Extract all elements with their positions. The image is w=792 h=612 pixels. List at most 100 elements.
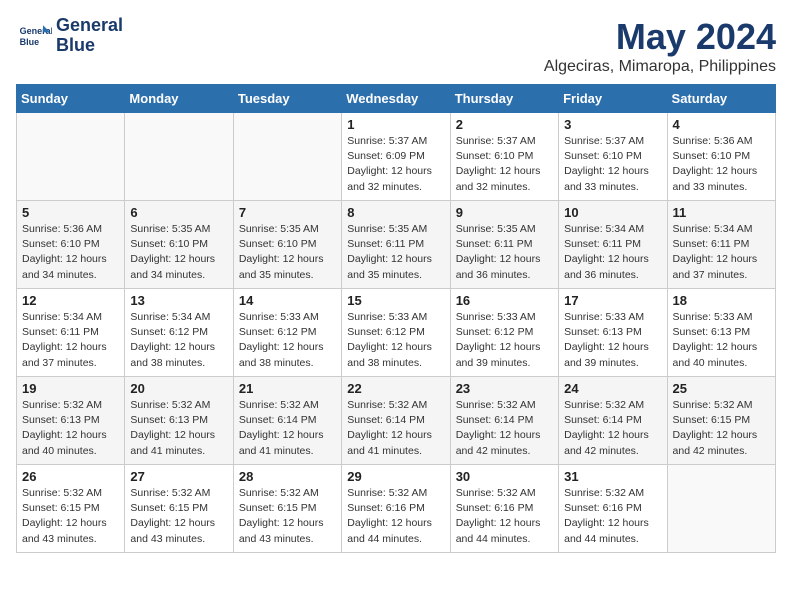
day-info: Sunrise: 5:32 AM Sunset: 6:15 PM Dayligh… [239,486,336,547]
day-info: Sunrise: 5:32 AM Sunset: 6:15 PM Dayligh… [673,398,770,459]
day-info: Sunrise: 5:32 AM Sunset: 6:16 PM Dayligh… [347,486,444,547]
calendar-cell [125,113,233,201]
calendar-cell: 16 Sunrise: 5:33 AM Sunset: 6:12 PM Dayli… [450,289,558,377]
day-info: Sunrise: 5:34 AM Sunset: 6:11 PM Dayligh… [673,222,770,283]
day-header-monday: Monday [125,85,233,113]
day-number: 13 [130,293,227,308]
calendar-cell: 28 Sunrise: 5:32 AM Sunset: 6:15 PM Dayli… [233,465,341,553]
title-block: May 2024 Algeciras, Mimaropa, Philippine… [544,16,776,76]
day-header-saturday: Saturday [667,85,775,113]
calendar-cell: 23 Sunrise: 5:32 AM Sunset: 6:14 PM Dayli… [450,377,558,465]
day-number: 5 [22,205,119,220]
svg-text:Blue: Blue [20,37,40,47]
day-info: Sunrise: 5:35 AM Sunset: 6:11 PM Dayligh… [456,222,553,283]
location-title: Algeciras, Mimaropa, Philippines [544,58,776,76]
week-row-4: 19 Sunrise: 5:32 AM Sunset: 6:13 PM Dayli… [17,377,776,465]
day-info: Sunrise: 5:34 AM Sunset: 6:11 PM Dayligh… [564,222,661,283]
day-number: 9 [456,205,553,220]
day-number: 28 [239,469,336,484]
day-info: Sunrise: 5:32 AM Sunset: 6:16 PM Dayligh… [456,486,553,547]
day-number: 10 [564,205,661,220]
day-number: 18 [673,293,770,308]
calendar-cell: 12 Sunrise: 5:34 AM Sunset: 6:11 PM Dayli… [17,289,125,377]
day-info: Sunrise: 5:32 AM Sunset: 6:16 PM Dayligh… [564,486,661,547]
calendar-cell: 14Sunrise: 5:33 AM Sunset: 6:12 PM Dayli… [233,289,341,377]
day-number: 19 [22,381,119,396]
calendar-cell: 13Sunrise: 5:34 AM Sunset: 6:12 PM Dayli… [125,289,233,377]
day-number: 17 [564,293,661,308]
day-info: Sunrise: 5:33 AM Sunset: 6:13 PM Dayligh… [673,310,770,371]
day-header-friday: Friday [559,85,667,113]
day-number: 15 [347,293,444,308]
calendar-cell: 11Sunrise: 5:34 AM Sunset: 6:11 PM Dayli… [667,201,775,289]
day-info: Sunrise: 5:37 AM Sunset: 6:10 PM Dayligh… [564,134,661,195]
day-number: 25 [673,381,770,396]
logo-icon: General Blue [16,18,52,54]
calendar-cell: 3 Sunrise: 5:37 AM Sunset: 6:10 PM Daylig… [559,113,667,201]
calendar-cell: 1 Sunrise: 5:37 AM Sunset: 6:09 PM Daylig… [342,113,450,201]
calendar-cell: 18 Sunrise: 5:33 AM Sunset: 6:13 PM Dayli… [667,289,775,377]
calendar-table: SundayMondayTuesdayWednesdayThursdayFrid… [16,84,776,553]
day-info: Sunrise: 5:33 AM Sunset: 6:12 PM Dayligh… [456,310,553,371]
week-row-2: 5Sunrise: 5:36 AM Sunset: 6:10 PM Daylig… [17,201,776,289]
calendar-cell [667,465,775,553]
day-number: 12 [22,293,119,308]
day-number: 31 [564,469,661,484]
day-info: Sunrise: 5:32 AM Sunset: 6:13 PM Dayligh… [130,398,227,459]
day-info: Sunrise: 5:32 AM Sunset: 6:14 PM Dayligh… [564,398,661,459]
logo-line2: Blue [56,35,95,55]
calendar-cell: 4Sunrise: 5:36 AM Sunset: 6:10 PM Daylig… [667,113,775,201]
calendar-cell: 7 Sunrise: 5:35 AM Sunset: 6:10 PM Daylig… [233,201,341,289]
day-header-thursday: Thursday [450,85,558,113]
day-number: 26 [22,469,119,484]
calendar-cell: 19Sunrise: 5:32 AM Sunset: 6:13 PM Dayli… [17,377,125,465]
day-info: Sunrise: 5:32 AM Sunset: 6:14 PM Dayligh… [347,398,444,459]
day-info: Sunrise: 5:35 AM Sunset: 6:10 PM Dayligh… [130,222,227,283]
day-number: 16 [456,293,553,308]
day-number: 30 [456,469,553,484]
calendar-cell [233,113,341,201]
header-row: SundayMondayTuesdayWednesdayThursdayFrid… [17,85,776,113]
calendar-cell: 29 Sunrise: 5:32 AM Sunset: 6:16 PM Dayli… [342,465,450,553]
day-number: 22 [347,381,444,396]
calendar-cell: 9 Sunrise: 5:35 AM Sunset: 6:11 PM Daylig… [450,201,558,289]
day-info: Sunrise: 5:32 AM Sunset: 6:14 PM Dayligh… [239,398,336,459]
calendar-cell: 21Sunrise: 5:32 AM Sunset: 6:14 PM Dayli… [233,377,341,465]
week-row-1: 1 Sunrise: 5:37 AM Sunset: 6:09 PM Daylig… [17,113,776,201]
day-number: 23 [456,381,553,396]
day-number: 1 [347,117,444,132]
day-number: 7 [239,205,336,220]
calendar-cell: 27 Sunrise: 5:32 AM Sunset: 6:15 PM Dayli… [125,465,233,553]
day-number: 8 [347,205,444,220]
logo: General Blue General Blue [16,16,123,56]
calendar-cell: 17Sunrise: 5:33 AM Sunset: 6:13 PM Dayli… [559,289,667,377]
month-title: May 2024 [544,16,776,58]
page-header: General Blue General Blue May 2024 Algec… [16,16,776,76]
day-info: Sunrise: 5:33 AM Sunset: 6:12 PM Dayligh… [347,310,444,371]
calendar-cell: 30 Sunrise: 5:32 AM Sunset: 6:16 PM Dayli… [450,465,558,553]
day-number: 29 [347,469,444,484]
day-number: 6 [130,205,227,220]
logo-line1: General [56,15,123,35]
day-info: Sunrise: 5:32 AM Sunset: 6:15 PM Dayligh… [130,486,227,547]
calendar-cell: 8Sunrise: 5:35 AM Sunset: 6:11 PM Daylig… [342,201,450,289]
week-row-5: 26 Sunrise: 5:32 AM Sunset: 6:15 PM Dayli… [17,465,776,553]
day-number: 4 [673,117,770,132]
day-number: 3 [564,117,661,132]
calendar-cell: 5Sunrise: 5:36 AM Sunset: 6:10 PM Daylig… [17,201,125,289]
day-number: 20 [130,381,227,396]
day-info: Sunrise: 5:35 AM Sunset: 6:10 PM Dayligh… [239,222,336,283]
day-header-tuesday: Tuesday [233,85,341,113]
calendar-cell: 2 Sunrise: 5:37 AM Sunset: 6:10 PM Daylig… [450,113,558,201]
day-info: Sunrise: 5:37 AM Sunset: 6:10 PM Dayligh… [456,134,553,195]
calendar-cell: 25 Sunrise: 5:32 AM Sunset: 6:15 PM Dayli… [667,377,775,465]
logo-text: General Blue [56,16,123,56]
day-info: Sunrise: 5:34 AM Sunset: 6:11 PM Dayligh… [22,310,119,371]
day-number: 2 [456,117,553,132]
day-info: Sunrise: 5:32 AM Sunset: 6:14 PM Dayligh… [456,398,553,459]
day-number: 27 [130,469,227,484]
day-info: Sunrise: 5:32 AM Sunset: 6:15 PM Dayligh… [22,486,119,547]
day-info: Sunrise: 5:37 AM Sunset: 6:09 PM Dayligh… [347,134,444,195]
calendar-cell: 31 Sunrise: 5:32 AM Sunset: 6:16 PM Dayli… [559,465,667,553]
day-info: Sunrise: 5:33 AM Sunset: 6:12 PM Dayligh… [239,310,336,371]
